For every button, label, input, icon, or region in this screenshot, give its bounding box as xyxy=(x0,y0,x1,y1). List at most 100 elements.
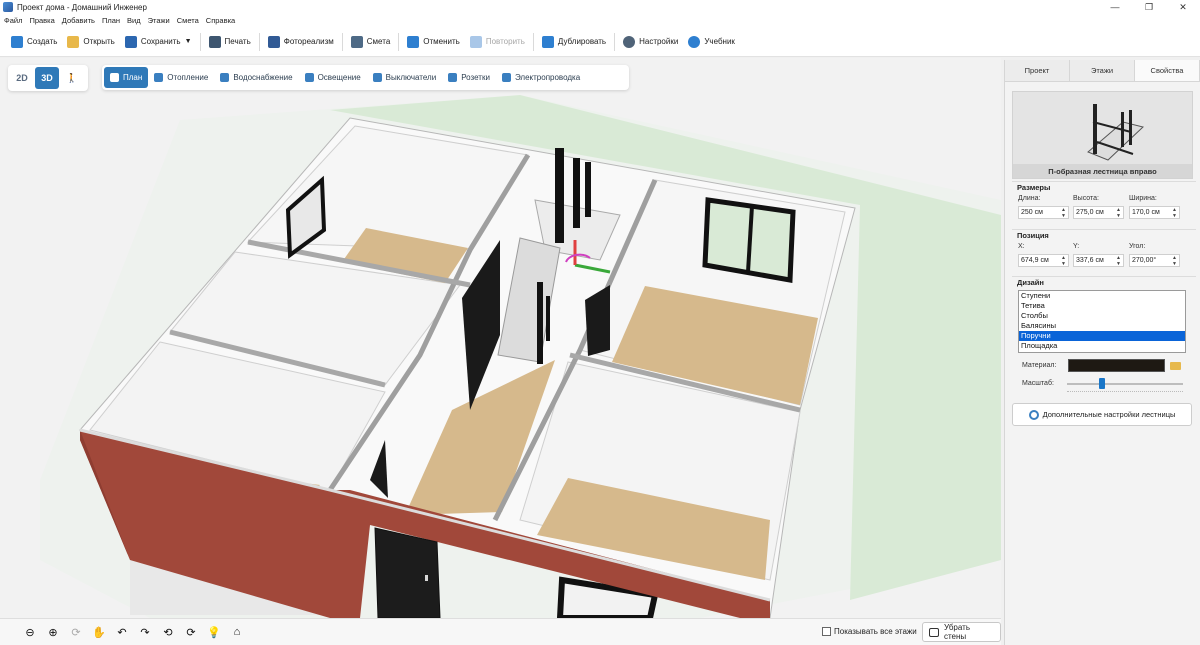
tab-switches[interactable]: Выключатели xyxy=(367,67,443,88)
stair-post xyxy=(546,296,550,341)
show-all-floors-checkbox[interactable]: Показывать все этажи xyxy=(822,627,917,636)
duplicate-button[interactable]: Дублировать xyxy=(537,31,611,53)
3d-viewport[interactable] xyxy=(0,58,1001,618)
chevron-down-icon[interactable]: ▼ xyxy=(185,38,192,45)
create-button[interactable]: Создать xyxy=(6,31,62,53)
photorealism-button[interactable]: Фотореализм xyxy=(263,31,339,53)
stair-post xyxy=(537,282,543,364)
length-input[interactable]: 250 см ▲ ▼ xyxy=(1018,206,1069,219)
orbit-right-icon[interactable]: ⟳ xyxy=(181,622,201,642)
preview-caption: П-образная лестница вправо xyxy=(1013,164,1192,178)
door-handle xyxy=(425,575,428,581)
remove-walls-button[interactable]: Убрать стены xyxy=(922,622,1001,642)
tab-plan[interactable]: План xyxy=(104,67,149,88)
minimize-button[interactable]: — xyxy=(1098,0,1132,14)
design-list[interactable]: Ступени Тетива Столбы Балясины Поручни П… xyxy=(1018,290,1186,353)
list-item[interactable]: Балясины xyxy=(1019,321,1185,331)
toolbar-divider xyxy=(614,32,616,51)
redo-button[interactable]: Повторить xyxy=(465,31,530,53)
tab-project[interactable]: Проект xyxy=(1005,60,1070,81)
tab-lighting[interactable]: Освещение xyxy=(299,67,367,88)
menu-floors[interactable]: Этажи xyxy=(148,16,170,25)
y-input[interactable]: 337,6 см ▲ ▼ xyxy=(1073,254,1124,267)
toolbar-divider xyxy=(199,32,201,51)
house-3d-scene[interactable] xyxy=(0,58,1001,618)
person-walk-icon[interactable]: 🚶 xyxy=(60,67,84,89)
help-icon xyxy=(688,35,701,48)
maximize-button[interactable]: ❐ xyxy=(1132,0,1166,14)
tab-heating[interactable]: Отопление xyxy=(148,67,214,88)
create-label: Создать xyxy=(27,37,58,46)
menu-view[interactable]: Вид xyxy=(127,16,141,25)
menu-bar: Файл Правка Добавить План Вид Этажи Смет… xyxy=(0,14,1200,27)
rotate-left-icon[interactable]: ↶ xyxy=(112,622,132,642)
spin-arrows-icon[interactable]: ▲ ▼ xyxy=(1172,207,1177,219)
undo-icon xyxy=(407,35,420,48)
y-value: 337,6 см xyxy=(1076,257,1104,264)
window-title: Проект дома - Домашний Инженер xyxy=(17,2,147,12)
checkbox[interactable] xyxy=(822,627,831,636)
spin-arrows-icon[interactable]: ▲ ▼ xyxy=(1061,207,1066,219)
advanced-stair-settings-button[interactable]: Дополнительные настройки лестницы xyxy=(1012,403,1192,426)
menu-help[interactable]: Справка xyxy=(206,16,235,25)
spin-arrows-icon[interactable]: ▲ ▼ xyxy=(1116,255,1121,267)
view-3d-button[interactable]: 3D xyxy=(35,67,59,89)
position-title: Позиция xyxy=(1017,231,1049,240)
zoom-in-icon[interactable]: ⊕ xyxy=(43,622,63,642)
lightning-icon xyxy=(501,73,511,82)
width-input[interactable]: 170,0 см ▲ ▼ xyxy=(1129,206,1180,219)
tab-wiring[interactable]: Электропроводка xyxy=(496,67,586,88)
menu-add[interactable]: Добавить xyxy=(62,16,95,25)
menu-estimate[interactable]: Смета xyxy=(177,16,199,25)
light-icon[interactable]: 💡 xyxy=(204,622,224,642)
scale-slider-handle[interactable] xyxy=(1098,378,1105,389)
object-preview: П-образная лестница вправо xyxy=(1012,91,1193,179)
app-icon xyxy=(3,2,13,12)
toolbar-divider xyxy=(398,32,400,51)
save-button[interactable]: Сохранить ▼ xyxy=(120,31,197,53)
tab-heating-label: Отопление xyxy=(167,73,209,82)
menu-file[interactable]: Файл xyxy=(4,16,22,25)
home-icon[interactable]: ⌂ xyxy=(227,622,247,642)
orbit-left-icon[interactable]: ⟲ xyxy=(158,622,178,642)
view-2d-button[interactable]: 2D xyxy=(10,67,34,89)
table-icon xyxy=(350,35,363,48)
rotate-right-icon[interactable]: ↷ xyxy=(135,622,155,642)
tab-properties[interactable]: Свойства xyxy=(1135,60,1200,81)
spin-arrows-icon[interactable]: ▲ ▼ xyxy=(1172,255,1177,267)
folder-icon[interactable] xyxy=(1170,362,1181,370)
settings-button[interactable]: Настройки xyxy=(618,31,683,53)
menu-edit[interactable]: Правка xyxy=(29,16,54,25)
gear-icon xyxy=(623,35,636,48)
menu-plan[interactable]: План xyxy=(102,16,120,25)
close-button[interactable]: ✕ xyxy=(1166,0,1200,14)
list-item[interactable]: Ступени xyxy=(1019,291,1185,301)
tab-plan-label: План xyxy=(123,73,143,82)
estimate-button[interactable]: Смета xyxy=(346,31,395,53)
rotate-360-icon[interactable]: ⟳ xyxy=(66,622,86,642)
tab-water[interactable]: Водоснабжение xyxy=(214,67,298,88)
stair-post xyxy=(585,162,591,217)
tab-floors[interactable]: Этажи xyxy=(1070,60,1135,81)
list-item-selected[interactable]: Поручни xyxy=(1019,331,1185,341)
list-item[interactable]: Столбы xyxy=(1019,311,1185,321)
zoom-out-icon[interactable]: ⊖ xyxy=(20,622,40,642)
list-item[interactable]: Тетива xyxy=(1019,301,1185,311)
list-item[interactable]: Площадка xyxy=(1019,341,1185,351)
undo-button[interactable]: Отменить xyxy=(402,31,465,53)
height-input[interactable]: 275,0 см ▲ ▼ xyxy=(1073,206,1124,219)
open-button[interactable]: Открыть xyxy=(62,31,119,53)
tab-sockets[interactable]: Розетки xyxy=(442,67,496,88)
tutorial-button[interactable]: Учебник xyxy=(683,31,740,53)
x-input[interactable]: 674,9 см ▲ ▼ xyxy=(1018,254,1069,267)
print-button[interactable]: Печать xyxy=(204,31,256,53)
slider-ticks xyxy=(1067,391,1183,393)
angle-input[interactable]: 270,00° ▲ ▼ xyxy=(1129,254,1180,267)
spin-arrows-icon[interactable]: ▲ ▼ xyxy=(1116,207,1121,219)
save-label: Сохранить xyxy=(140,37,181,46)
spin-arrows-icon[interactable]: ▲ ▼ xyxy=(1061,255,1066,267)
material-swatch[interactable] xyxy=(1068,359,1165,372)
hand-pan-icon[interactable]: ✋ xyxy=(89,622,109,642)
photo-icon xyxy=(267,35,280,48)
scale-slider[interactable] xyxy=(1067,383,1183,385)
